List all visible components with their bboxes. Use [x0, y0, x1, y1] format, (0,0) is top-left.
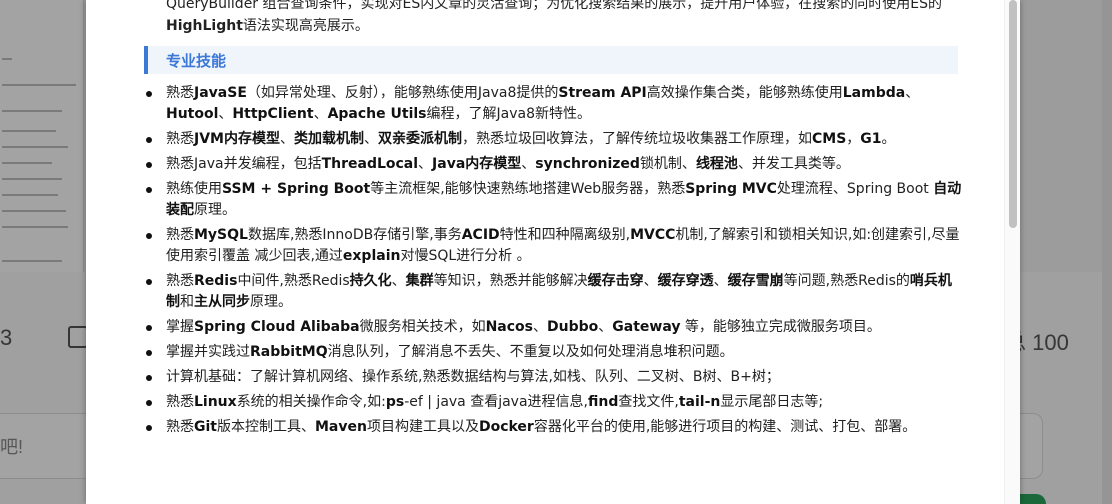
skill-item: 计算机基础：了解计算机网络、操作系统,熟悉数据结构与算法,如栈、队列、二叉树、B… — [146, 367, 962, 388]
section-header-skills: 专业技能 — [144, 46, 958, 74]
skill-item: 掌握并实践过RabbitMQ消息队列，了解消息不丢失、不重复以及如何处理消息堆积… — [146, 342, 962, 363]
skill-item: 熟悉MySQL数据库,熟悉InnoDB存储引擎,事务ACID特性和四种隔离级别,… — [146, 225, 962, 267]
project-description: QueryBuilder 组合查询条件，实现对ES内文章的灵活查询；为优化搜索结… — [166, 0, 942, 34]
section-title: 专业技能 — [166, 52, 227, 70]
skill-item: 熟悉JVM内存模型、类加载机制、双亲委派机制，熟悉垃圾回收算法，了解传统垃圾收集… — [146, 129, 962, 150]
resume-preview-modal: QueryBuilder 组合查询条件，实现对ES内文章的灵活查询；为优化搜索结… — [86, 0, 1020, 504]
skill-item: 熟悉Java并发编程，包括ThreadLocal、Java内存模型、synchr… — [146, 154, 962, 175]
modal-scrollbar[interactable] — [1004, 0, 1020, 504]
resume-document: QueryBuilder 组合查询条件，实现对ES内文章的灵活查询；为优化搜索结… — [86, 0, 1004, 504]
skills-list: 熟悉JavaSE（如异常处理、反射），能够熟练使用Java8提供的Stream … — [146, 83, 962, 442]
skill-item: 掌握Spring Cloud Alibaba微服务相关技术，如Nacos、Dub… — [146, 317, 962, 338]
skill-item: 熟悉Redis中间件,熟悉Redis持久化、集群等知识，熟悉并能够解决缓存击穿、… — [146, 271, 962, 313]
skill-item: 熟悉Linux系统的相关操作命令,如:ps-ef | java 查看java进程… — [146, 392, 962, 413]
skill-item: 熟悉Git版本控制工具、Maven项目构建工具以及Docker容器化平台的使用,… — [146, 417, 962, 438]
scrollbar-thumb[interactable] — [1009, 0, 1017, 228]
skill-item: 熟悉JavaSE（如异常处理、反射），能够熟练使用Java8提供的Stream … — [146, 83, 962, 125]
skill-item: 熟练使用SSM + Spring Boot等主流框架,能够快速熟练地搭建Web服… — [146, 179, 962, 221]
